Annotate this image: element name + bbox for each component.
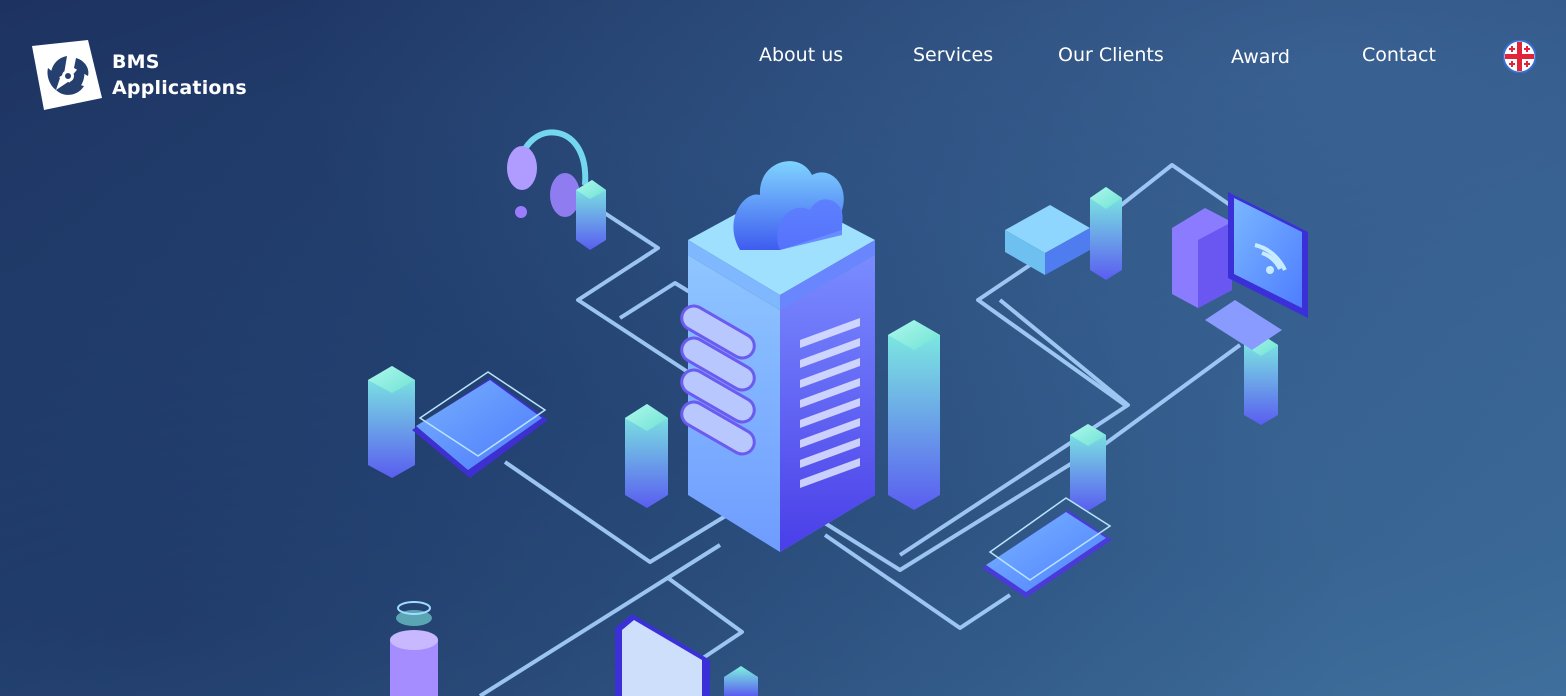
desktop-computer [1172,192,1308,350]
pillar-center-right [888,320,940,510]
nav-contact[interactable]: Contact [1362,40,1436,70]
pillar-center-left [625,404,668,508]
headset-icon [507,129,589,218]
landing-page: BMS Applications About us Services Our C… [0,0,1566,696]
main-nav: About us Services Our Clients Award Cont… [0,40,1566,74]
site-header: BMS Applications About us Services Our C… [0,0,1566,120]
phone-right [982,497,1112,598]
nav-award[interactable]: Award [1231,42,1290,72]
cloud-icon [733,161,844,250]
nav-our-clients[interactable]: Our Clients [1058,40,1164,70]
georgia-flag-icon[interactable] [1503,40,1536,73]
pillar-tablet-left [368,366,415,478]
pillar-top-right [1090,187,1122,280]
bottom-monitor [615,614,710,696]
pillar-phone [1070,424,1106,511]
nav-services[interactable]: Services [913,40,993,70]
tablet-left [412,371,548,478]
database-cylinder [390,601,438,696]
nav-about-us[interactable]: About us [759,40,843,70]
pillar-bottom [724,666,758,696]
pillar-headset [576,180,606,250]
router-box [1005,205,1090,275]
brand-name-line2: Applications [112,77,247,99]
